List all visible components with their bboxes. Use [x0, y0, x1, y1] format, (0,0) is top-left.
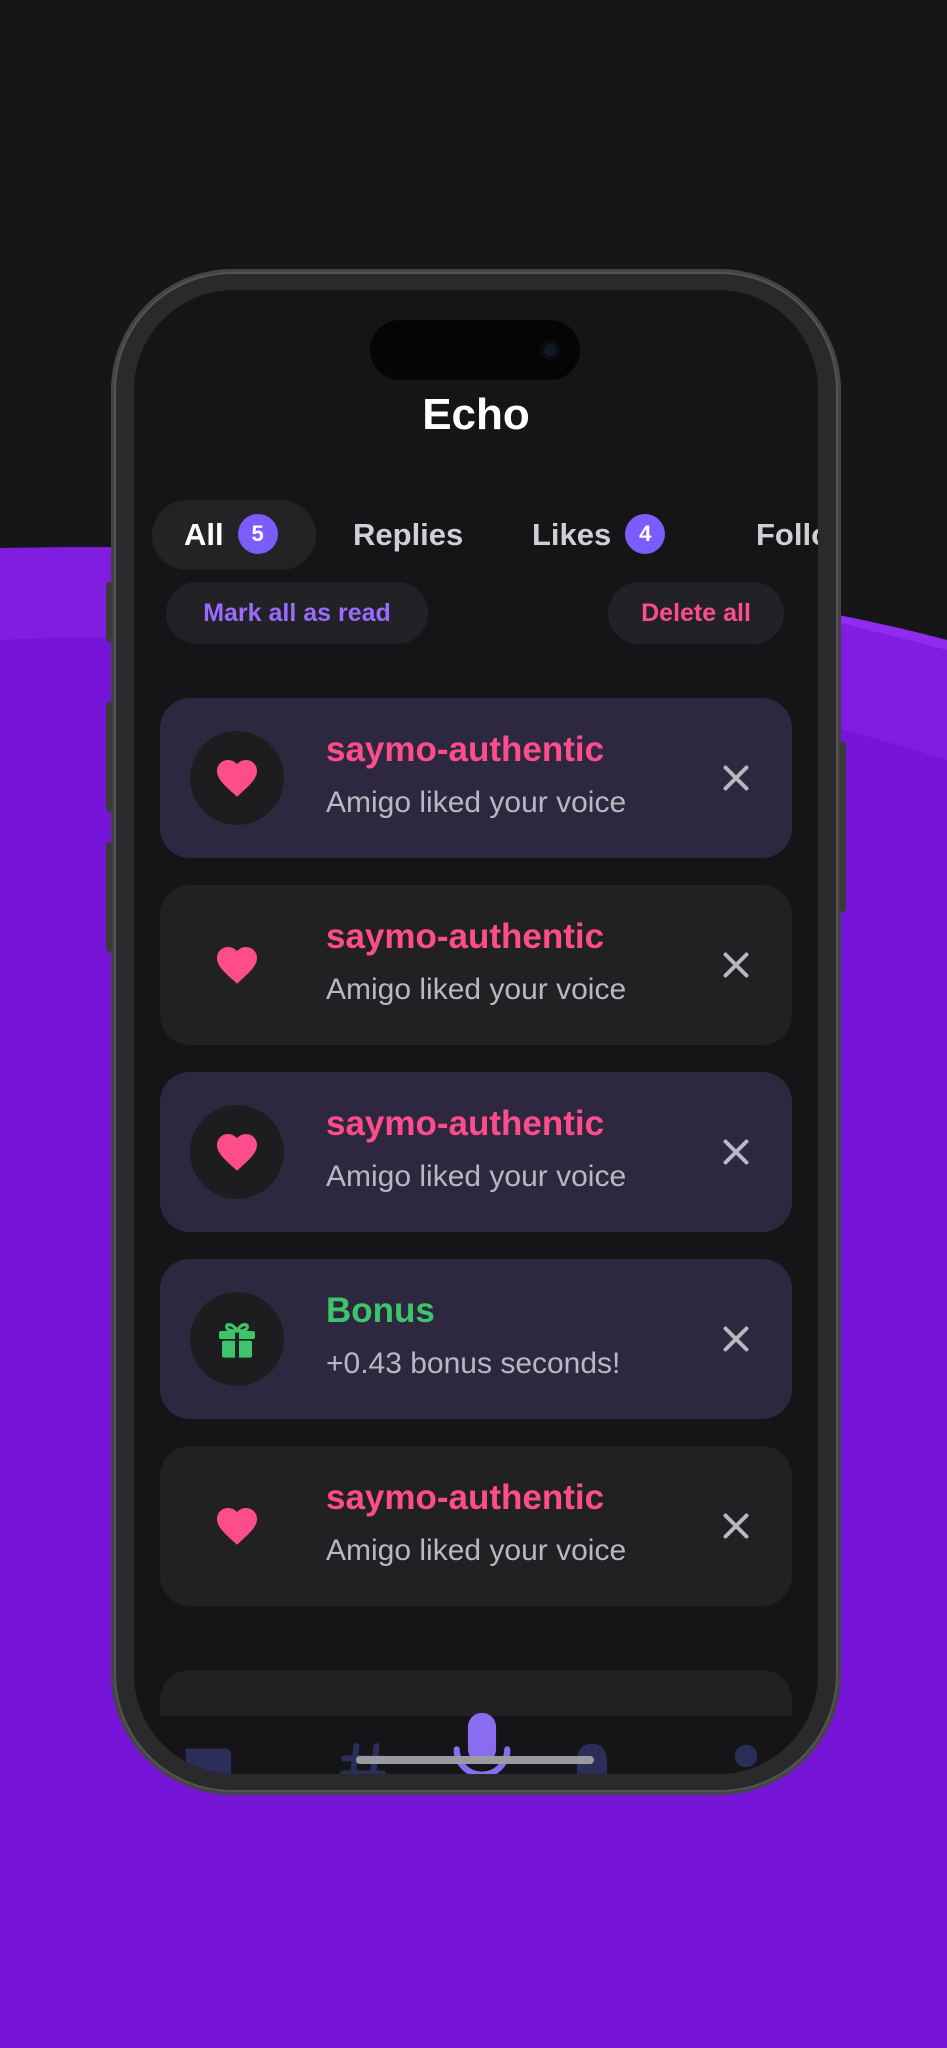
bottom-nav: [134, 1712, 818, 1774]
tab-label: All: [184, 517, 224, 552]
tab-likes[interactable]: Likes 4: [532, 500, 666, 570]
phone-button: [106, 702, 112, 812]
gift-icon: [219, 1323, 255, 1358]
notification-avatar: [190, 918, 284, 1012]
notification-text: Amigo liked your voice: [326, 1160, 627, 1193]
notification-title: saymo-authentic: [326, 730, 605, 769]
unread-badge: 5: [237, 513, 278, 554]
notification-title: saymo-authentic: [326, 1104, 605, 1143]
heart-icon: [217, 947, 257, 984]
tab-all[interactable]: All 5: [152, 500, 316, 570]
notification-text: +0.43 bonus seconds!: [326, 1347, 621, 1380]
home-indicator: [356, 1756, 594, 1764]
notification-card[interactable]: saymo-authentic Amigo liked your voice: [160, 698, 792, 858]
profile-icon[interactable]: [716, 1736, 776, 1774]
heart-icon: [217, 760, 257, 797]
notification-title: Bonus: [326, 1291, 435, 1330]
tab-replies[interactable]: Replies: [353, 500, 463, 570]
phone-frame: Echo All 5 Replies Likes 4 Follo Mark all …: [106, 272, 846, 1792]
notification-title: saymo-authentic: [326, 1478, 605, 1517]
hashtag-icon[interactable]: [334, 1736, 394, 1774]
tab-label: Likes: [532, 517, 612, 552]
notification-card[interactable]: saymo-authentic Amigo liked your voice: [160, 885, 792, 1045]
close-icon[interactable]: [718, 1134, 754, 1170]
tab-follows[interactable]: Follo: [756, 500, 818, 570]
camera-icon: [540, 340, 560, 360]
phone-screen: Echo All 5 Replies Likes 4 Follo Mark all …: [134, 290, 818, 1774]
mark-all-read-button[interactable]: Mark all as read: [166, 582, 428, 644]
notification-text: Amigo liked your voice: [326, 973, 627, 1006]
notification-text: Amigo liked your voice: [326, 786, 627, 819]
microphone-icon[interactable]: [448, 1710, 516, 1774]
close-icon[interactable]: [718, 1321, 754, 1357]
tab-label: Follo: [756, 517, 818, 552]
notification-avatar: [190, 1479, 284, 1573]
notification-avatar: [190, 1105, 284, 1199]
app-title: Echo: [422, 390, 530, 439]
phone-button: [106, 842, 112, 952]
notification-text: Amigo liked your voice: [326, 1534, 627, 1567]
notification-card[interactable]: saymo-authentic Amigo liked your voice: [160, 1446, 792, 1606]
close-icon[interactable]: [718, 947, 754, 983]
close-icon[interactable]: [718, 1508, 754, 1544]
dynamic-island: [370, 320, 580, 380]
notification-card[interactable]: Bonus +0.43 bonus seconds!: [160, 1259, 792, 1419]
notification-avatar: [190, 1292, 284, 1386]
phone-button: [840, 742, 846, 912]
notification-title: saymo-authentic: [326, 917, 605, 956]
delete-all-button[interactable]: Delete all: [608, 582, 784, 644]
phone-button: [106, 582, 112, 642]
heart-icon: [217, 1508, 257, 1545]
notification-card[interactable]: saymo-authentic Amigo liked your voice: [160, 1072, 792, 1232]
chat-icon[interactable]: [176, 1736, 236, 1774]
unread-badge: 4: [625, 513, 666, 554]
close-icon[interactable]: [718, 760, 754, 796]
notification-avatar: [190, 731, 284, 825]
heart-icon: [217, 1134, 257, 1171]
bell-icon[interactable]: [562, 1736, 622, 1774]
tab-label: Replies: [353, 517, 464, 552]
